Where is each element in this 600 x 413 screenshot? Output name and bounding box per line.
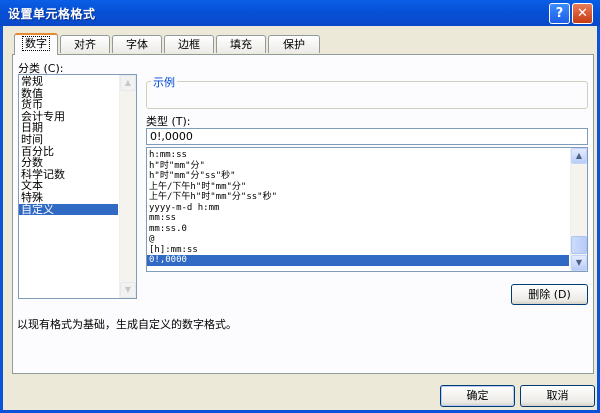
delete-button[interactable]: 删除 (D) bbox=[511, 284, 588, 305]
category-list[interactable]: 常规 数值 货币 会计专用 日期 时间 百分比 分数 科学记数 文本 特殊 自定… bbox=[18, 74, 137, 299]
sample-label: 示例 bbox=[151, 74, 177, 90]
format-scroll-thumb[interactable] bbox=[571, 236, 587, 254]
category-scroll-up-icon[interactable]: ▲ bbox=[120, 75, 136, 91]
format-item[interactable]: 上午/下午h"时"mm"分" bbox=[147, 182, 587, 193]
help-button[interactable]: ? bbox=[549, 3, 570, 24]
format-item[interactable]: [h]:mm:ss bbox=[147, 245, 587, 256]
format-cells-dialog: 设置单元格格式 ? ✕ 数字 对齐 字体 边框 填充 保护 分类 (C): 常规… bbox=[0, 0, 600, 413]
title-bar[interactable]: 设置单元格格式 ? ✕ bbox=[0, 0, 600, 26]
sample-group: 示例 bbox=[146, 74, 588, 109]
tab-font[interactable]: 字体 bbox=[112, 35, 162, 53]
type-label: 类型 (T): bbox=[146, 115, 191, 128]
category-scroll-down-icon[interactable]: ▼ bbox=[120, 282, 136, 298]
format-item[interactable]: h"时"mm"分" bbox=[147, 161, 587, 172]
tab-number[interactable]: 数字 bbox=[14, 33, 58, 55]
format-scroll-up-icon[interactable]: ▲ bbox=[571, 148, 587, 164]
cancel-button[interactable]: 取消 bbox=[520, 385, 595, 407]
tab-protection[interactable]: 保护 bbox=[268, 35, 320, 53]
tab-fill[interactable]: 填充 bbox=[216, 35, 266, 53]
format-list[interactable]: h:mm:ss h"时"mm"分" h"时"mm"分"ss"秒" 上午/下午h"… bbox=[146, 147, 588, 272]
format-scrollbar[interactable]: ▲ ▼ bbox=[570, 148, 587, 271]
format-scroll-down-icon[interactable]: ▼ bbox=[571, 255, 587, 271]
format-item[interactable]: 上午/下午h"时"mm"分"ss"秒" bbox=[147, 192, 587, 203]
format-item[interactable]: yyyy-m-d h:mm bbox=[147, 203, 587, 214]
category-scrollbar[interactable]: ▲ ▼ bbox=[119, 75, 136, 298]
close-button[interactable]: ✕ bbox=[572, 3, 593, 24]
format-item[interactable]: mm:ss bbox=[147, 213, 587, 224]
format-item[interactable]: @ bbox=[147, 234, 587, 245]
format-item-selected[interactable]: 0!,0000 bbox=[147, 255, 569, 266]
category-item-custom[interactable]: 自定义 bbox=[19, 203, 118, 216]
description-text: 以现有格式为基础，生成自定义的数字格式。 bbox=[17, 318, 237, 331]
format-item[interactable]: h:mm:ss bbox=[147, 150, 587, 161]
tab-alignment[interactable]: 对齐 bbox=[60, 35, 110, 53]
ok-button[interactable]: 确定 bbox=[440, 385, 515, 407]
window-title: 设置单元格格式 bbox=[8, 7, 96, 21]
format-item[interactable]: mm:ss.0 bbox=[147, 224, 587, 235]
tab-border[interactable]: 边框 bbox=[164, 35, 214, 53]
type-input[interactable]: 0!,0000 bbox=[146, 128, 588, 145]
format-item[interactable]: h"时"mm"分"ss"秒" bbox=[147, 171, 587, 182]
